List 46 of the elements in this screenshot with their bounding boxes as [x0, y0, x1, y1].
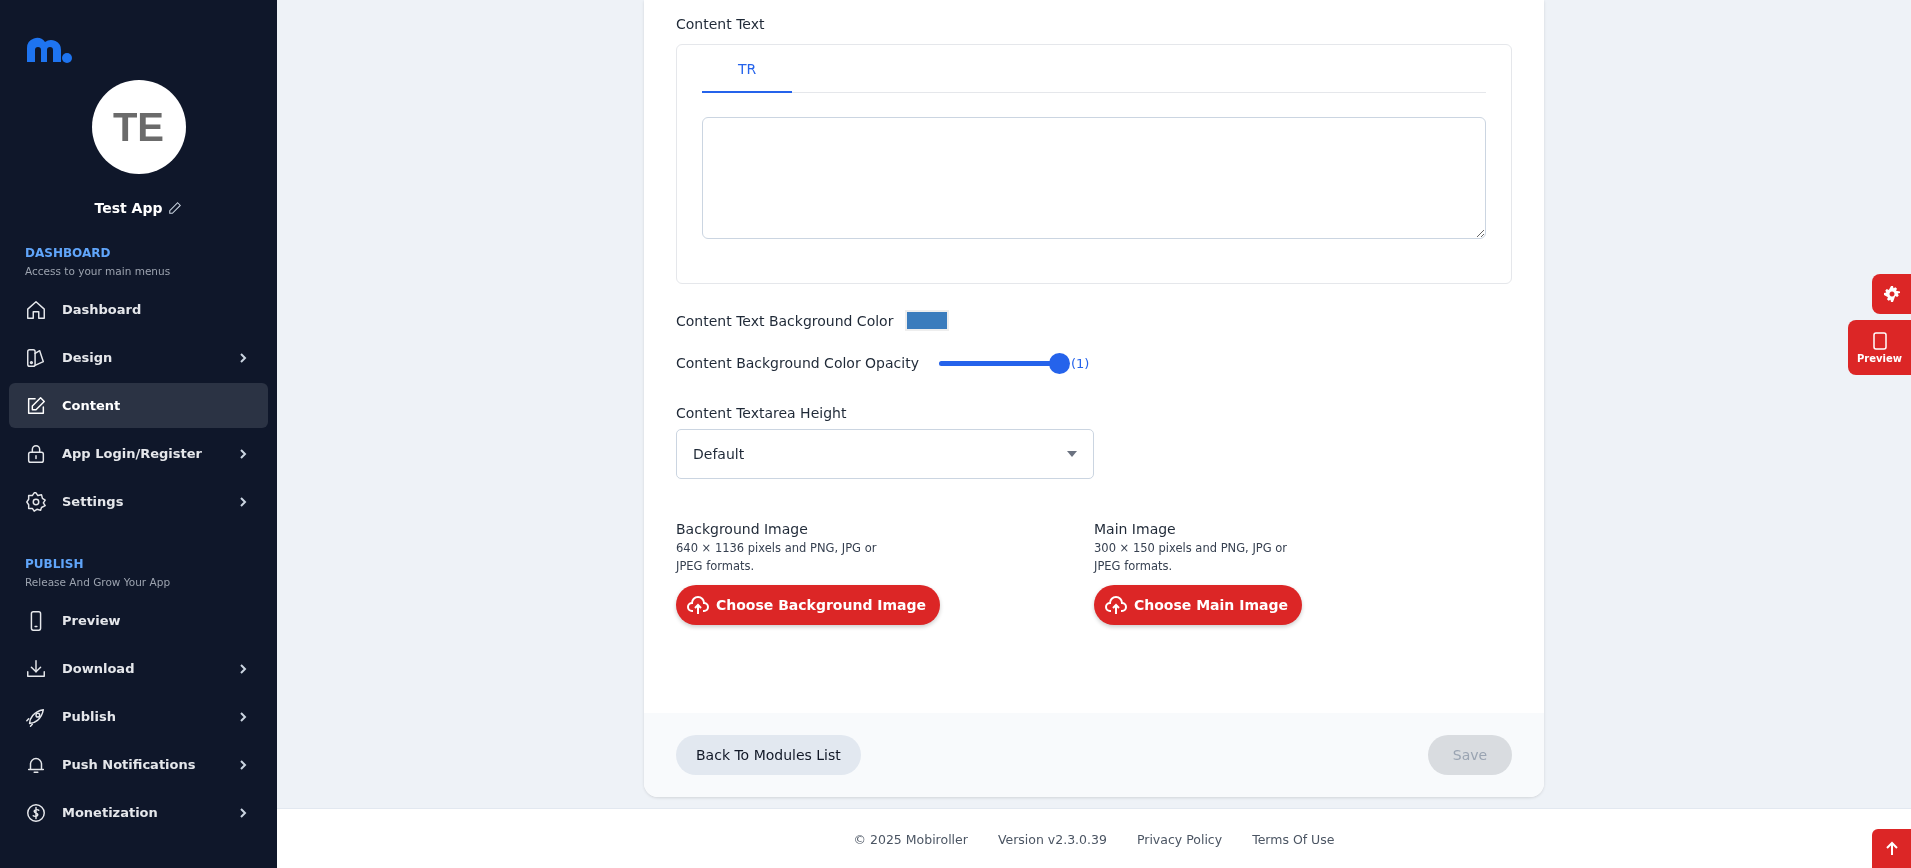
field-label: Content Text [676, 16, 766, 32]
caret-icon [1067, 451, 1077, 457]
cloud-upload-icon [686, 593, 710, 617]
settings-button[interactable] [1872, 274, 1911, 314]
slider-thumb[interactable] [1048, 352, 1070, 374]
field-label: Content Background Color Opacity [676, 355, 919, 371]
field-label: Content Textarea Height [676, 405, 848, 421]
slider-reading: (1) [1070, 355, 1090, 371]
section-title: PUBLISH [25, 557, 85, 571]
sidebar-item[interactable]: Dashboard [9, 287, 268, 332]
image-title: Background Image [676, 521, 809, 537]
settings-icon [1883, 286, 1900, 302]
pencil-icon[interactable] [168, 201, 183, 215]
sidebar-item[interactable]: Settings [9, 479, 268, 524]
back-button[interactable]: Back To Modules List [676, 735, 861, 775]
language-tab[interactable]: TR [702, 45, 793, 93]
sidebar-item[interactable]: Content [9, 383, 268, 428]
sidebar-item[interactable]: Publish [9, 694, 268, 739]
field-label: Content Text Background Color [676, 312, 894, 329]
image-description: 640 × 1136 pixels and PNG, JPG or JPEG formats. [676, 540, 878, 575]
section-subtitle: Access to your main menus [25, 265, 172, 277]
footer-link[interactable]: Version v2.3.0.39 [997, 831, 1107, 847]
logo-icon [25, 36, 73, 64]
sidebar-item[interactable]: App Login/Register [9, 431, 268, 476]
sidebar-item[interactable]: Download [9, 646, 268, 691]
height-dropdown[interactable]: Default [676, 429, 1094, 479]
footer-link[interactable]: Privacy Policy [1136, 831, 1223, 847]
section-subtitle: Release And Grow Your App [25, 576, 172, 588]
upload-button[interactable]: Choose Main Image [1094, 585, 1302, 625]
preview-button[interactable]: Preview [1848, 320, 1911, 375]
app-name: Test App [94, 200, 163, 216]
scroll-top-button[interactable] [1872, 829, 1911, 868]
phone-icon [1872, 331, 1887, 350]
sidebar-item[interactable]: Push Notifications [9, 742, 268, 787]
cloud-upload-icon [1104, 593, 1128, 617]
image-title: Main Image [1094, 521, 1177, 537]
footer-link[interactable]: Terms Of Use [1252, 831, 1335, 847]
section-title: DASHBOARD [25, 246, 112, 260]
sidebar-item[interactable]: Design [9, 335, 268, 380]
footer-link[interactable]: © 2025 Mobiroller [853, 831, 968, 847]
color-swatch[interactable] [905, 310, 950, 331]
sidebar-item[interactable]: Preview [9, 598, 268, 643]
upload-button[interactable]: Choose Background Image [676, 585, 941, 625]
image-description: 300 × 150 pixels and PNG, JPG or JPEG formats. [1094, 540, 1289, 575]
app-avatar: TE [91, 80, 186, 174]
sidebar-item[interactable]: Monetization [9, 790, 268, 835]
